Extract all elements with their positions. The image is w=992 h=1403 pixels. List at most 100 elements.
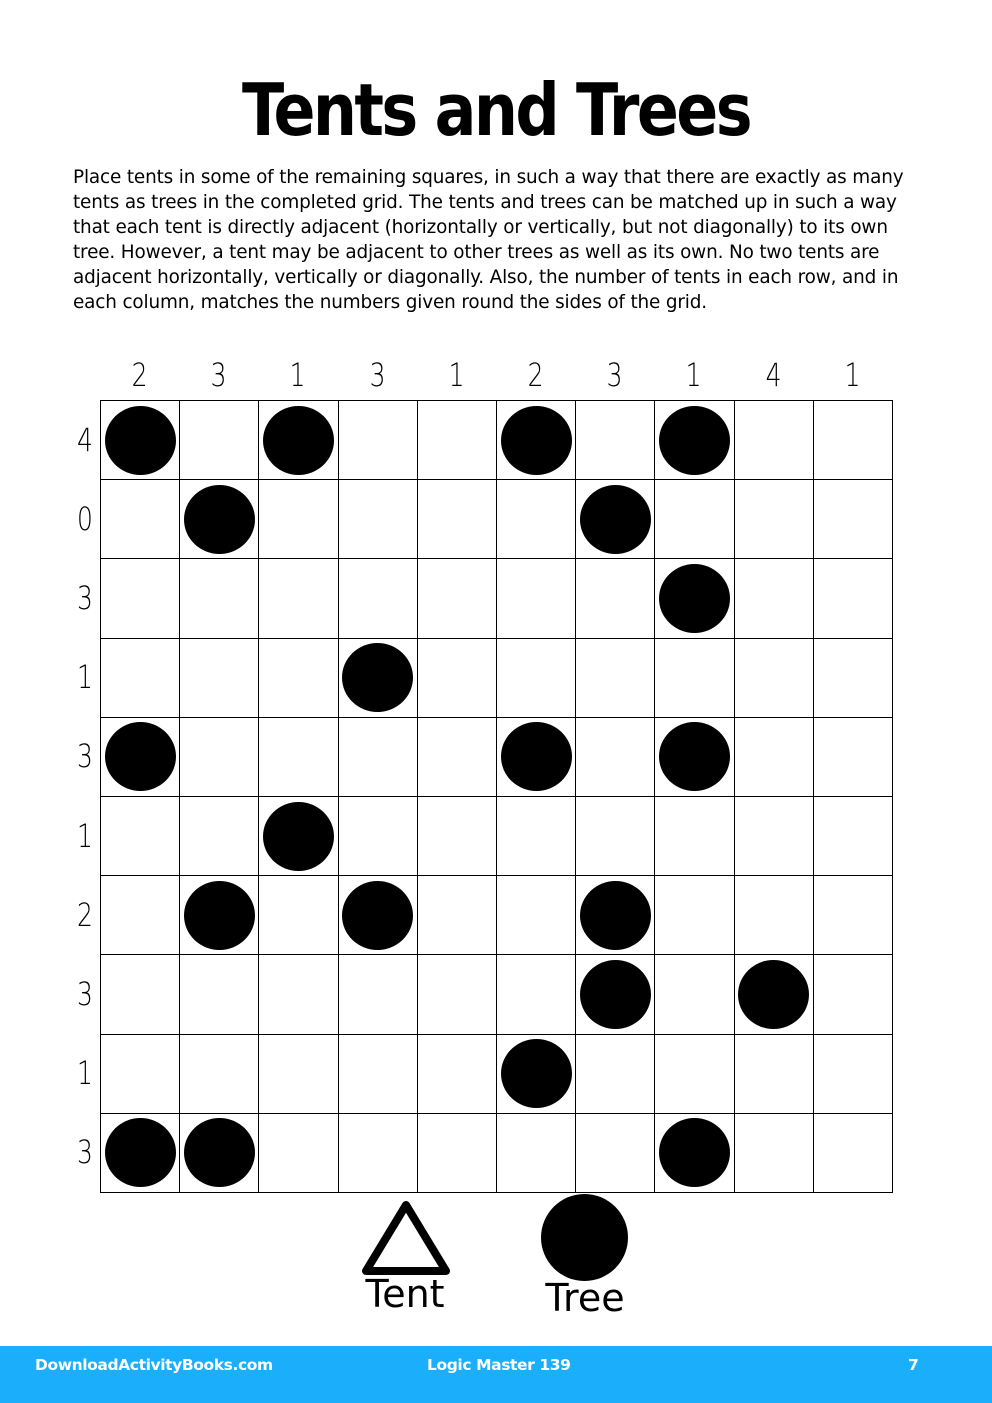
grid-cell[interactable] (812, 954, 892, 1034)
grid-cell[interactable] (179, 954, 259, 1034)
grid-cell[interactable] (812, 637, 892, 717)
grid-cell[interactable] (733, 954, 813, 1034)
grid-cell[interactable] (812, 875, 892, 955)
grid-cell[interactable] (100, 795, 180, 876)
grid-cell[interactable] (654, 1112, 734, 1192)
grid-cell[interactable] (733, 558, 813, 638)
grid-cell[interactable] (654, 716, 734, 796)
grid-cell[interactable] (575, 558, 655, 638)
grid-cell[interactable] (575, 1033, 655, 1113)
grid-cell[interactable] (495, 795, 576, 876)
grid-cell[interactable] (179, 795, 259, 876)
grid-cell[interactable] (733, 1033, 813, 1113)
grid-cell[interactable] (100, 954, 180, 1034)
grid-cell[interactable] (654, 558, 734, 638)
grid-cell[interactable] (337, 400, 417, 480)
grid-cell[interactable] (416, 716, 496, 796)
grid-cell[interactable] (258, 400, 338, 480)
grid-cell[interactable] (258, 1033, 338, 1113)
grid-cell[interactable] (337, 637, 417, 717)
grid-cell[interactable] (337, 954, 417, 1034)
grid-cell[interactable] (100, 558, 180, 638)
grid-cell[interactable] (812, 795, 892, 876)
grid-cell[interactable] (733, 875, 813, 955)
grid-cell[interactable] (337, 795, 417, 876)
grid-cell[interactable] (495, 558, 576, 638)
grid-cell[interactable] (575, 479, 655, 559)
grid-cell[interactable] (733, 1112, 813, 1192)
grid-cell[interactable] (654, 479, 734, 559)
grid-cell[interactable] (654, 400, 734, 480)
grid-cell[interactable] (179, 479, 259, 559)
grid-cell[interactable] (416, 479, 496, 559)
grid-cell[interactable] (179, 637, 259, 717)
grid-cell[interactable] (337, 716, 417, 796)
grid-cell[interactable] (812, 716, 892, 796)
grid-cell[interactable] (812, 400, 892, 480)
grid-cell[interactable] (495, 637, 576, 717)
grid-cell[interactable] (733, 637, 813, 717)
grid-cell[interactable] (416, 954, 496, 1034)
grid-cell[interactable] (100, 400, 180, 480)
grid-cell[interactable] (337, 1112, 417, 1192)
grid-cell[interactable] (337, 1033, 417, 1113)
grid-cell[interactable] (654, 637, 734, 717)
grid-cell[interactable] (416, 875, 496, 955)
grid-cell[interactable] (812, 558, 892, 638)
grid-cell[interactable] (812, 1033, 892, 1113)
grid-cell[interactable] (654, 1033, 734, 1113)
grid-cell[interactable] (812, 1112, 892, 1192)
grid-cell[interactable] (258, 479, 338, 559)
grid-cell[interactable] (575, 637, 655, 717)
grid-cell[interactable] (100, 716, 180, 796)
grid-cell[interactable] (416, 637, 496, 717)
grid-cell[interactable] (495, 479, 576, 559)
grid-cell[interactable] (258, 558, 338, 638)
grid-cell[interactable] (575, 1112, 655, 1192)
grid-cell[interactable] (733, 716, 813, 796)
grid-cell[interactable] (416, 1112, 496, 1192)
grid-cell[interactable] (416, 558, 496, 638)
grid-cell[interactable] (100, 1112, 180, 1192)
grid-cell[interactable] (416, 400, 496, 480)
grid-cell[interactable] (733, 400, 813, 480)
grid-cell[interactable] (495, 400, 576, 480)
grid-cell[interactable] (733, 795, 813, 876)
grid-cell[interactable] (100, 875, 180, 955)
grid-cell[interactable] (495, 875, 576, 955)
grid-cell[interactable] (495, 716, 576, 796)
grid-cell[interactable] (495, 954, 576, 1034)
grid-cell[interactable] (337, 558, 417, 638)
grid-cell[interactable] (575, 400, 655, 480)
grid-cell[interactable] (416, 1033, 496, 1113)
grid-cell[interactable] (812, 479, 892, 559)
grid-cell[interactable] (179, 558, 259, 638)
grid-cell[interactable] (179, 400, 259, 480)
grid-cell[interactable] (337, 479, 417, 559)
grid-cell[interactable] (258, 875, 338, 955)
grid-cell[interactable] (575, 875, 655, 955)
grid-cell[interactable] (258, 954, 338, 1034)
grid-cell[interactable] (100, 1033, 180, 1113)
grid-cell[interactable] (179, 716, 259, 796)
footer-site-link[interactable]: DownloadActivityBooks.com (35, 1356, 273, 1374)
grid-cell[interactable] (654, 875, 734, 955)
grid-cell[interactable] (258, 1112, 338, 1192)
grid-cell[interactable] (416, 795, 496, 876)
grid-cell[interactable] (495, 1112, 576, 1192)
grid-cell[interactable] (337, 875, 417, 955)
grid-cell[interactable] (654, 795, 734, 876)
grid-cell[interactable] (258, 637, 338, 717)
grid-cell[interactable] (100, 637, 180, 717)
grid-cell[interactable] (575, 795, 655, 876)
grid-cell[interactable] (179, 1112, 259, 1192)
grid-cell[interactable] (654, 954, 734, 1034)
grid-cell[interactable] (258, 795, 338, 876)
grid-cell[interactable] (495, 1033, 576, 1113)
grid-cell[interactable] (575, 716, 655, 796)
grid-cell[interactable] (179, 875, 259, 955)
grid-cell[interactable] (179, 1033, 259, 1113)
grid-cell[interactable] (733, 479, 813, 559)
grid-cell[interactable] (258, 716, 338, 796)
grid-cell[interactable] (575, 954, 655, 1034)
